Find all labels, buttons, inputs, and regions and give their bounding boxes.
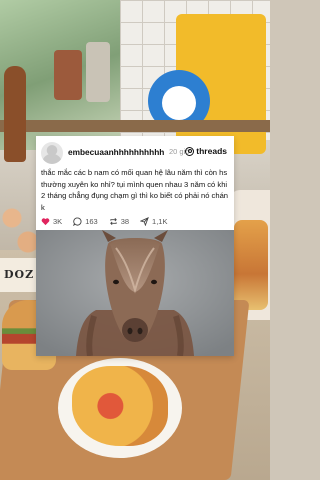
comment-button[interactable]: 163 <box>73 217 98 226</box>
share-icon <box>140 216 149 226</box>
like-count: 3K <box>53 216 63 226</box>
threads-logo-icon <box>185 146 195 156</box>
avatar-icon[interactable] <box>41 142 63 164</box>
username[interactable]: embecuaanhhhhhhhhhh <box>68 147 164 157</box>
repost-icon <box>109 217 117 225</box>
share-count: 1,1K <box>152 216 168 226</box>
like-button[interactable]: 3K <box>41 217 62 226</box>
horse-illustration <box>36 230 234 356</box>
pepper-mill <box>4 66 26 162</box>
egg-box-label: DOZ <box>4 268 35 281</box>
comment-icon <box>73 216 82 226</box>
spice-jar <box>86 42 110 102</box>
threads-brand-label: threads <box>196 146 227 156</box>
post-image-horse[interactable] <box>36 230 234 356</box>
shelf <box>0 120 270 132</box>
threads-brand: threads <box>185 146 227 156</box>
repost-count: 38 <box>120 216 130 226</box>
side-food <box>234 220 268 310</box>
pizza-toast <box>72 366 168 446</box>
post-actions: 3K 163 38 1,1K <box>41 215 178 227</box>
eggs <box>0 200 40 260</box>
heart-icon <box>41 217 50 225</box>
post-text: thắc mắc các b nam có mối quan hệ lâu nă… <box>41 168 229 212</box>
egg-box: DOZ <box>0 258 36 292</box>
comment-count: 163 <box>85 216 98 226</box>
post-header: embecuaanhhhhhhhhhh 20 giờ threads <box>41 142 229 164</box>
repost-button[interactable]: 38 <box>109 217 129 226</box>
share-button[interactable]: 1,1K <box>140 217 167 226</box>
spice-jar <box>54 50 82 100</box>
threads-post-card[interactable]: embecuaanhhhhhhhhhh 20 giờ threads thắc … <box>36 136 234 356</box>
